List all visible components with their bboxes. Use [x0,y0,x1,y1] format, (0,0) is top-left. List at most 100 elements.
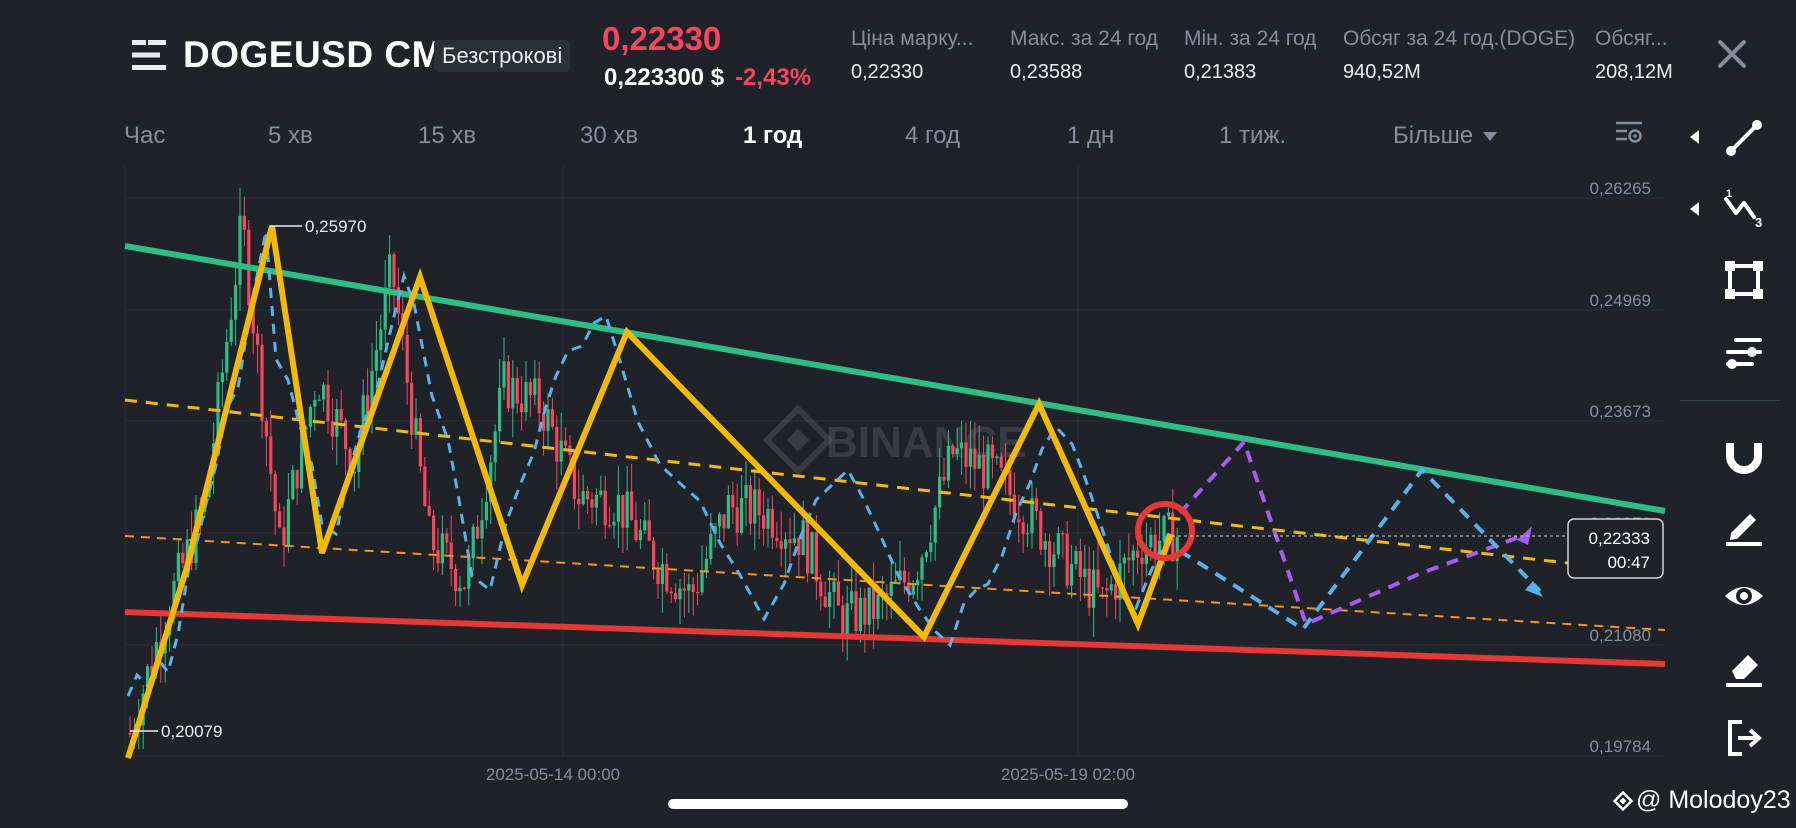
candle-body [735,507,739,533]
candle-body [418,418,422,467]
candle-body [264,420,268,437]
chart-settings-icon[interactable] [1614,118,1644,148]
candle-body [744,485,748,499]
candle-body [278,511,282,528]
stat-volume-usd-value: 208,12M [1595,61,1673,83]
magnet-icon[interactable] [1722,432,1766,476]
candle-body [731,495,735,508]
candle-body [555,426,559,462]
candle-body [1078,551,1082,578]
candle-body [977,454,981,469]
candle-body [1008,470,1012,495]
price-chart[interactable]: BINANCE 0,26265 0,24969 0,23673 0,22376 … [0,160,1680,800]
stat-low-value: 0,21383 [1184,61,1257,83]
candle-body [828,591,832,608]
candle-body [832,581,836,592]
candle-body [894,580,898,582]
tab-4h[interactable]: 4 год [905,122,960,150]
candle-body [999,456,1003,468]
candle-body [440,533,444,564]
candle-body [669,591,673,594]
candle-body [1122,557,1126,564]
tab-5m[interactable]: 5 хв [268,122,313,150]
candle-body [696,591,700,594]
candle-body [502,361,506,388]
toolbar-divider [1680,400,1780,401]
candle-body [652,540,656,570]
fib-levels-tool-icon[interactable] [1722,330,1766,374]
candle-body [322,384,326,400]
candle-body [660,564,664,585]
tab-30m[interactable]: 30 хв [580,122,638,150]
tab-15m[interactable]: 15 хв [418,122,476,150]
stat-mark-price-value: 0,22330 [851,61,924,83]
symbol-title[interactable]: DOGEUSD CM [183,34,443,76]
candle-body [630,491,634,521]
candle-body [546,409,550,431]
candle-body [339,409,343,421]
caret-left-icon[interactable] [1690,202,1699,216]
purple-arrow-icon [1517,526,1532,545]
tab-1w[interactable]: 1 тиж. [1219,122,1286,150]
visibility-eye-icon[interactable] [1722,574,1766,618]
resistance-trendline[interactable] [124,243,1666,514]
candle-body [858,597,862,632]
candle-body [929,542,933,553]
caret-left-icon[interactable] [1690,130,1699,144]
support-trendline[interactable] [124,609,1666,667]
trend-line-tool-icon[interactable] [1722,116,1766,160]
blue-projection-path[interactable] [1178,466,1542,632]
rectangle-tool-icon[interactable] [1722,258,1766,302]
candle-body [775,537,779,542]
candle-body [779,541,783,549]
wave-pattern-tool-icon[interactable]: 3 1 [1722,187,1766,231]
current-price-tag[interactable]: 0,22333 00:47 [1567,518,1664,579]
more-intervals-label: Більше [1393,122,1474,149]
eraser-icon[interactable] [1722,645,1766,689]
candle-body [128,733,132,735]
candle-body [366,395,370,414]
candle-body [564,440,568,446]
candle-body [801,520,805,556]
candle-body [973,448,977,469]
candle-body [1056,533,1060,555]
candle-body [1131,550,1135,561]
candle-body [242,215,246,230]
tab-time[interactable]: Час [124,122,165,150]
candle-body [462,587,466,589]
y-tick-label: 0,24969 [1590,291,1651,310]
lower-dashed-trendline[interactable] [124,535,1666,631]
candle-body [1074,551,1078,564]
candle-body [374,350,378,371]
stat-mark-price-label: Ціна марку... [851,27,974,50]
home-indicator[interactable] [668,799,1128,809]
exit-drawing-icon[interactable] [1722,716,1766,760]
close-icon[interactable] [1712,34,1752,74]
candle-body [581,490,585,505]
edit-pencil-icon[interactable] [1722,503,1766,547]
candle-body [709,533,713,560]
candle-body [1070,563,1074,586]
candle-body [436,550,440,564]
stat-low-label: Мін. за 24 год [1184,27,1317,50]
candle-body [722,514,726,529]
candle-body [854,591,858,632]
stat-volume-doge-value: 940,52M [1343,61,1421,83]
menu-icon[interactable] [132,38,168,72]
svg-text:3: 3 [1755,215,1762,230]
tab-1d[interactable]: 1 дн [1067,122,1114,150]
candle-body [414,418,418,435]
candle-body [621,495,625,528]
candle-body [643,520,647,531]
candle-body [1096,569,1100,588]
contract-type-badge: Безстрокові [434,40,571,72]
candle-body [634,520,638,541]
x-tick-label: 2025-05-19 02:00 [1001,765,1135,784]
candle-body [942,476,946,481]
tab-1h[interactable]: 1 год [743,122,802,150]
candle-body [845,603,849,638]
candle-body [946,445,950,481]
candle-body [718,514,722,527]
more-intervals-button[interactable]: Більше [1393,122,1498,150]
candle-body [863,597,867,625]
